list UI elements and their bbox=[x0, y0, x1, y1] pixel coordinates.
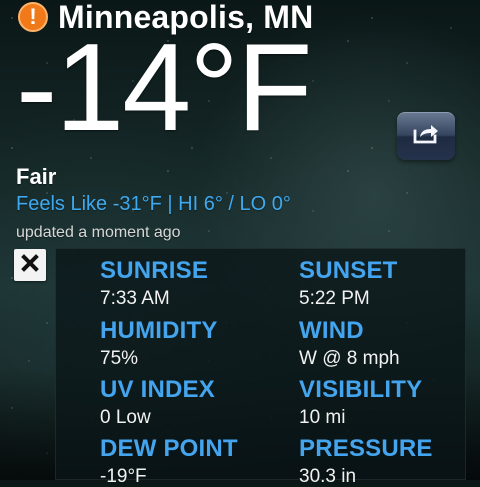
dew-point-value: -19°F bbox=[100, 466, 147, 487]
wind-label: WIND bbox=[299, 317, 364, 344]
humidity-label: HUMIDITY bbox=[100, 317, 218, 344]
sunrise-value: 7:33 AM bbox=[100, 288, 170, 309]
share-button[interactable] bbox=[397, 112, 455, 160]
pressure-detail: PRESSURE 30.3 in bbox=[299, 435, 469, 487]
visibility-value: 10 mi bbox=[299, 407, 346, 428]
sunset-label: SUNSET bbox=[299, 257, 398, 284]
pressure-label: PRESSURE bbox=[299, 435, 433, 462]
uv-index-label: UV INDEX bbox=[100, 376, 215, 403]
visibility-label: VISIBILITY bbox=[299, 376, 423, 403]
dew-point-label: DEW POINT bbox=[100, 435, 238, 462]
wind-detail: WIND W @ 8 mph bbox=[299, 317, 469, 369]
share-icon bbox=[411, 122, 441, 151]
humidity-value: 75% bbox=[100, 348, 139, 369]
sunset-detail: SUNSET 5:22 PM bbox=[299, 257, 469, 309]
sunrise-label: SUNRISE bbox=[100, 257, 209, 284]
weather-details-panel: SUNRISE 7:33 AM SUNSET 5:22 PM HUMIDITY … bbox=[55, 248, 469, 486]
uv-index-value: 0 Low bbox=[100, 407, 151, 428]
updated-timestamp: updated a moment ago bbox=[16, 224, 181, 241]
visibility-detail: VISIBILITY 10 mi bbox=[299, 376, 469, 428]
weather-condition: Fair bbox=[16, 164, 57, 189]
wind-value: W @ 8 mph bbox=[299, 348, 400, 369]
current-temperature: -14°F bbox=[16, 19, 313, 157]
sunrise-detail: SUNRISE 7:33 AM bbox=[100, 257, 270, 309]
sunset-value: 5:22 PM bbox=[299, 288, 370, 309]
uv-index-detail: UV INDEX 0 Low bbox=[100, 376, 270, 428]
humidity-detail: HUMIDITY 75% bbox=[100, 317, 270, 369]
pressure-value: 30.3 in bbox=[299, 466, 357, 487]
feels-like-high-low: Feels Like -31°F | HI 6° / LO 0° bbox=[16, 193, 291, 215]
dew-point-detail: DEW POINT -19°F bbox=[100, 435, 270, 487]
close-icon bbox=[20, 253, 40, 278]
close-details-button[interactable] bbox=[14, 249, 46, 281]
